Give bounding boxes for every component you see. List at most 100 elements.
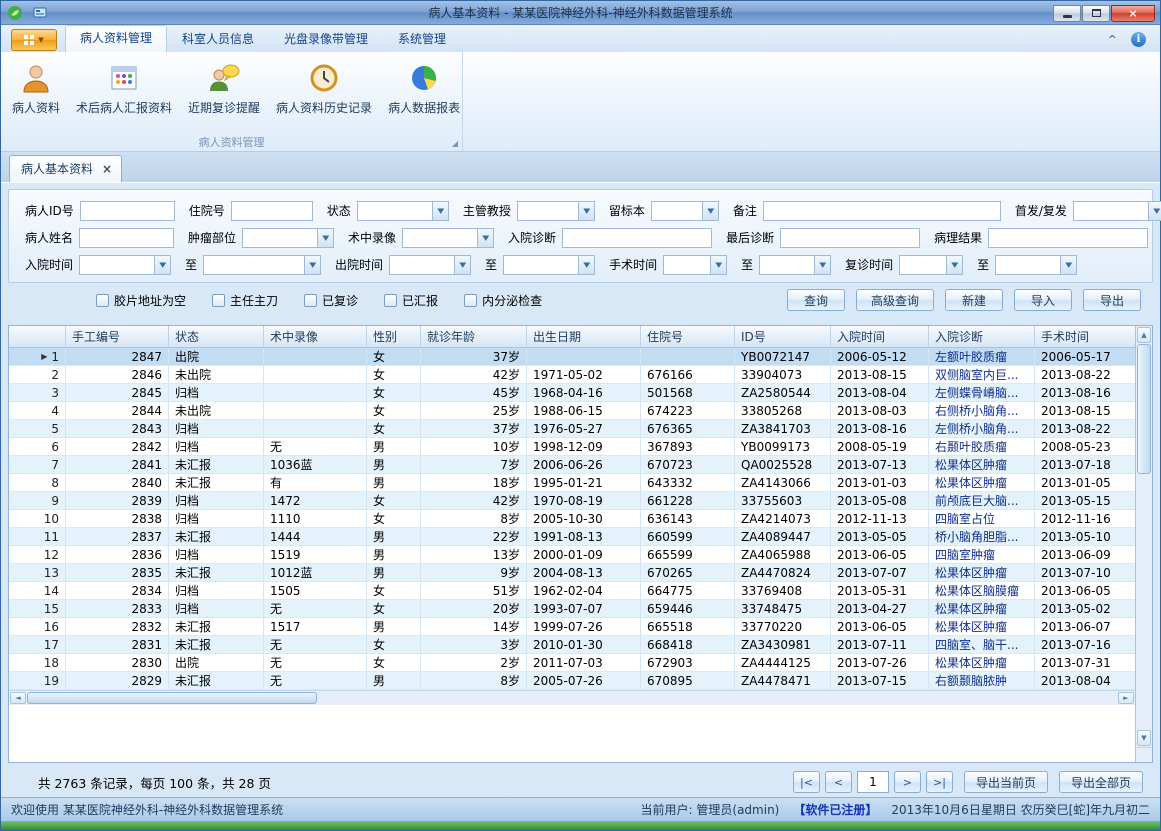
ribbon-button-1[interactable]: 病人资料 [5,56,67,133]
combo-dropdown-button[interactable]: ▼ [317,229,333,247]
vertical-scroll-thumb[interactable] [1137,344,1151,474]
combo-dropdown-button[interactable]: ▼ [710,256,726,274]
combo-dropdown-button[interactable]: ▼ [304,256,320,274]
table-row[interactable]: 182830出院无女2岁2011-07-03672903ZA4444125201… [9,654,1135,672]
grid-column-header[interactable]: 入院时间 [831,326,929,347]
grid-column-header[interactable]: ID号 [735,326,831,347]
table-row[interactable]: 142834归档1505女51岁1962-02-0466477533769408… [9,582,1135,600]
grid-column-header[interactable]: 性别 [367,326,421,347]
ribbon-button-3[interactable]: 近期复诊提醒 [181,56,267,133]
combo-dropdown-button[interactable]: ▼ [946,256,962,274]
grid-column-header[interactable]: 术中录像 [264,326,367,347]
ribbon-tab-1[interactable]: 病人资料管理 [65,25,167,52]
combo-dropdown-button[interactable]: ▼ [814,256,830,274]
application-menu-button[interactable]: ▼ [11,29,57,51]
combo-dropdown-button[interactable]: ▼ [578,256,594,274]
grid-column-header[interactable]: 就诊年龄 [421,326,527,347]
table-row[interactable]: 32845归档女45岁1968-04-16501568ZA25805442013… [9,384,1135,402]
action-button-5[interactable]: 导出 [1083,289,1141,311]
grid-column-header[interactable]: 出生日期 [527,326,641,347]
info-icon[interactable]: i [1131,32,1146,47]
horizontal-scroll-track[interactable] [317,691,1117,705]
table-row[interactable]: 152833归档无女20岁1993-07-0765944633748475201… [9,600,1135,618]
filter-combo[interactable]: ▼ [203,255,321,275]
vertical-scrollbar[interactable]: ▲ ▼ [1135,326,1152,762]
ribbon-button-5[interactable]: 病人数据报表 [381,56,467,133]
table-row[interactable]: 132835未汇报1012蓝男9岁2004-08-13670265ZA44708… [9,564,1135,582]
filter-input[interactable] [988,228,1148,248]
filter-checkbox-1[interactable]: 胶片地址为空 [96,292,186,309]
table-row[interactable]: 92839归档1472女42岁1970-08-19661228337556032… [9,492,1135,510]
filter-checkbox-3[interactable]: 已复诊 [304,292,358,309]
tab-close-icon[interactable]: × [102,162,112,176]
grid-column-header[interactable]: 入院诊断 [929,326,1035,347]
filter-checkbox-5[interactable]: 内分泌检查 [464,292,542,309]
filter-input[interactable] [79,228,174,248]
table-row[interactable]: 122836归档1519男13岁2000-01-09665599ZA406598… [9,546,1135,564]
filter-input[interactable] [763,201,1001,221]
filter-combo[interactable]: ▼ [651,201,719,221]
grid-column-header[interactable]: 手术时间 [1035,326,1135,347]
filter-combo[interactable]: ▼ [899,255,963,275]
table-row[interactable]: 62842归档无男10岁1998-12-09367893YB0099173200… [9,438,1135,456]
filter-combo[interactable]: ▼ [389,255,471,275]
ribbon-tab-2[interactable]: 科室人员信息 [167,26,269,52]
table-row[interactable]: 42844未出院女25岁1988-06-15674223338052682013… [9,402,1135,420]
ribbon-tab-4[interactable]: 系统管理 [383,26,461,52]
combo-dropdown-button[interactable]: ▼ [154,256,170,274]
filter-combo[interactable]: ▼ [357,201,449,221]
table-row[interactable]: 72841未汇报1036蓝男7岁2006-06-26670723QA002552… [9,456,1135,474]
vertical-scroll-track[interactable] [1136,474,1152,729]
scroll-down-icon[interactable]: ▼ [1137,730,1151,746]
table-row[interactable]: 162832未汇报1517男14岁1999-07-266655183377022… [9,618,1135,636]
dialog-launcher-icon[interactable]: ◢ [452,139,458,148]
combo-dropdown-button[interactable]: ▼ [578,202,594,220]
table-row[interactable]: 22846未出院女42岁1971-05-02676166339040732013… [9,366,1135,384]
scroll-left-icon[interactable]: ◄ [10,692,26,704]
grid-column-header[interactable]: 手工编号 [66,326,169,347]
combo-dropdown-button[interactable]: ▼ [702,202,718,220]
grid-column-header[interactable]: 状态 [169,326,264,347]
scroll-right-icon[interactable]: ► [1118,692,1134,704]
combo-dropdown-button[interactable]: ▼ [432,202,448,220]
close-button[interactable]: × [1111,5,1155,22]
next-page-button[interactable]: > [894,771,921,793]
maximize-button[interactable] [1082,5,1110,22]
filter-input[interactable] [80,201,175,221]
action-button-2[interactable]: 高级查询 [856,289,934,311]
ribbon-button-4[interactable]: 病人资料历史记录 [269,56,379,133]
filter-combo[interactable]: ▼ [759,255,831,275]
ribbon-tab-3[interactable]: 光盘录像带管理 [269,26,383,52]
ribbon-button-2[interactable]: 术后病人汇报资料 [69,56,179,133]
quick-access-icon[interactable] [32,5,48,21]
last-page-button[interactable]: >| [926,771,953,793]
export-current-page-button[interactable]: 导出当前页 [964,771,1048,793]
filter-input[interactable] [231,201,313,221]
table-row[interactable]: 192829未汇报无男8岁2005-07-26670895ZA447847120… [9,672,1135,690]
combo-dropdown-button[interactable]: ▼ [1148,202,1161,220]
table-row[interactable]: 82840未汇报有男18岁1995-01-21643332ZA414306620… [9,474,1135,492]
filter-input[interactable] [562,228,712,248]
filter-input[interactable] [780,228,920,248]
scroll-up-icon[interactable]: ▲ [1137,327,1151,343]
action-button-3[interactable]: 新建 [945,289,1003,311]
action-button-1[interactable]: 查询 [787,289,845,311]
table-row[interactable]: 112837未汇报1444男22岁1991-08-13660599ZA40894… [9,528,1135,546]
combo-dropdown-button[interactable]: ▼ [1060,256,1076,274]
horizontal-scrollbar[interactable]: ◄ ► [9,690,1135,705]
action-button-4[interactable]: 导入 [1014,289,1072,311]
filter-combo[interactable]: ▼ [663,255,727,275]
document-tab-patient-basic-info[interactable]: 病人基本资料 × [9,155,122,182]
first-page-button[interactable]: |< [793,771,820,793]
filter-combo[interactable]: ▼ [503,255,595,275]
page-number-input[interactable] [857,771,889,793]
horizontal-scroll-thumb[interactable] [27,692,317,704]
previous-page-button[interactable]: < [825,771,852,793]
filter-combo[interactable]: ▼ [517,201,595,221]
export-all-pages-button[interactable]: 导出全部页 [1059,771,1143,793]
filter-checkbox-4[interactable]: 已汇报 [384,292,438,309]
filter-combo[interactable]: ▼ [242,228,334,248]
grid-column-header[interactable]: 住院号 [641,326,735,347]
combo-dropdown-button[interactable]: ▼ [454,256,470,274]
filter-combo[interactable]: ▼ [402,228,494,248]
